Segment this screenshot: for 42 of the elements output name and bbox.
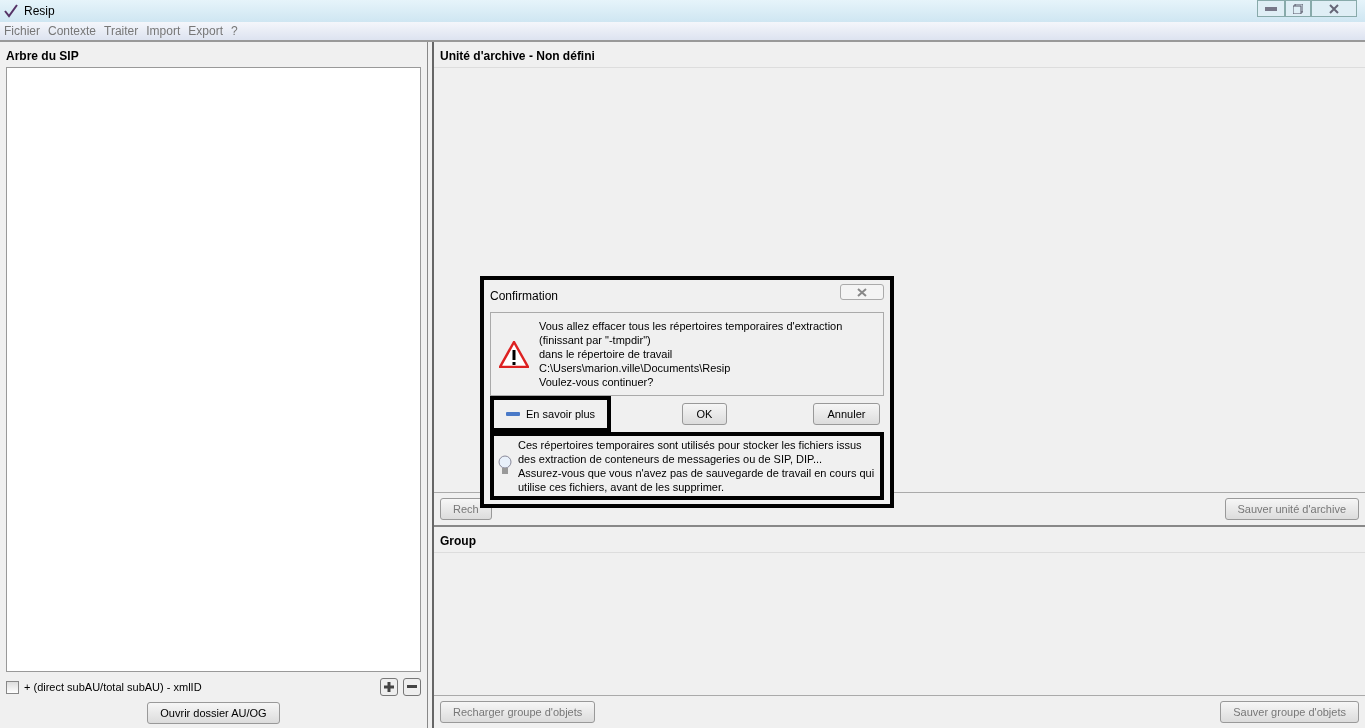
- close-button[interactable]: [1311, 0, 1357, 17]
- minimize-icon: [1265, 6, 1277, 11]
- message-line: Assurez-vous que vous n'avez pas de sauvegarde de travail en cours qui: [518, 466, 875, 480]
- dialog-title: Confirmation: [490, 289, 559, 303]
- minus-icon: [407, 685, 417, 689]
- checkbox-label: + (direct subAU/total subAU) - xmlID: [24, 681, 202, 693]
- window-title: Resip: [24, 4, 55, 18]
- close-icon: [1329, 3, 1339, 14]
- menu-item[interactable]: Import: [146, 24, 181, 38]
- restore-button[interactable]: [1285, 0, 1311, 17]
- menu-item[interactable]: Fichier: [4, 24, 40, 38]
- menu-item[interactable]: Export: [188, 24, 223, 38]
- checkbox[interactable]: [6, 680, 19, 694]
- remove-button[interactable]: [403, 678, 421, 696]
- message-line: Voulez-vous continuer?: [539, 375, 655, 389]
- menu-item[interactable]: ?: [231, 24, 238, 38]
- open-folder-button[interactable]: Ouvrir dossier AU/OG: [147, 702, 280, 724]
- add-button[interactable]: [380, 678, 398, 696]
- warning-icon: [499, 340, 529, 368]
- details-toggle[interactable]: En savoir plus: [490, 396, 612, 432]
- message-line: (finissant par "-tmpdir"): [539, 333, 652, 347]
- restore-icon: [1293, 3, 1303, 14]
- message-line: utilise ces fichiers, avant de les supprimer.: [518, 480, 726, 494]
- panel-title: Unité d'archive - Non défini: [434, 42, 1365, 68]
- lightbulb-icon: [498, 455, 512, 477]
- panel-title: Group: [434, 526, 1365, 553]
- checkmark-icon: [4, 4, 18, 18]
- menu-item[interactable]: Contexte: [48, 24, 97, 38]
- message-line: Vous allez effacer tous les répertoires temporaires d'extraction: [539, 319, 843, 333]
- close-icon: [857, 287, 867, 297]
- panel-title: Arbre du SIP: [6, 48, 80, 65]
- message-line: C:\Users\marion.ville\Documents\Resip: [539, 361, 732, 375]
- plus-icon: [384, 682, 394, 692]
- message-line: dans le répertoire de travail: [539, 347, 674, 361]
- collapse-icon: [506, 411, 520, 417]
- cancel-button[interactable]: Annuler: [813, 403, 880, 425]
- minimize-button[interactable]: [1257, 0, 1285, 17]
- menu-item[interactable]: Traiter: [104, 24, 139, 38]
- ok-button[interactable]: OK: [682, 403, 727, 425]
- message-line: des extraction de conteneurs de messageries ou de SIP, DIP...: [518, 452, 824, 466]
- message-line: Ces répertoires temporaires sont utilisés pour stocker les fichiers issus: [518, 438, 863, 452]
- close-button[interactable]: [840, 284, 884, 300]
